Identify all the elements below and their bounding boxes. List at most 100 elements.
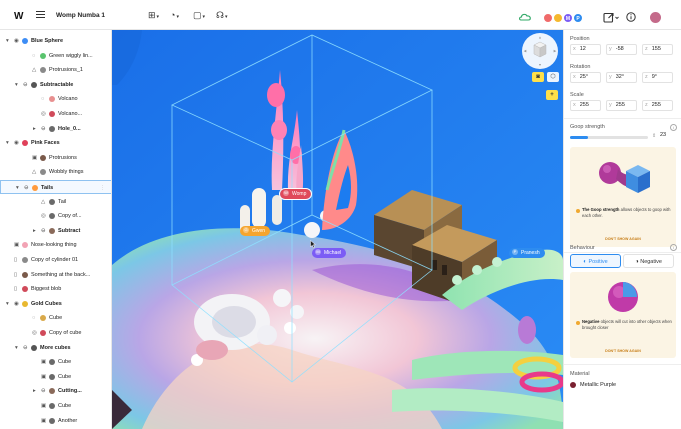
info-icon[interactable] bbox=[626, 12, 636, 22]
goop-strength-value[interactable]: 23 bbox=[660, 132, 666, 138]
app-logo[interactable]: W bbox=[14, 11, 24, 22]
ghost-icon[interactable]: ◌ bbox=[32, 311, 35, 325]
negative-behaviour-button[interactable]: ◑ Negative bbox=[623, 254, 674, 268]
perspective-icon[interactable]: ⬡ bbox=[547, 72, 559, 82]
ghost-icon[interactable]: ◌ bbox=[32, 49, 35, 63]
rotation-z-input[interactable]: z 9° bbox=[642, 72, 673, 83]
goop-dont-show-again-link[interactable]: DON'T SHOW AGAIN bbox=[570, 237, 676, 241]
cube-icon[interactable]: ▣ bbox=[32, 151, 37, 165]
scene-tree-item[interactable]: ▯ Copy of cylinder 01 bbox=[0, 253, 111, 267]
chevron-icon[interactable]: ▾ bbox=[15, 78, 18, 92]
behaviour-dont-show-again-link[interactable]: DON'T SHOW AGAIN bbox=[570, 349, 676, 353]
triangle-icon[interactable]: △ bbox=[32, 63, 36, 77]
cloud-icon[interactable] bbox=[518, 12, 532, 22]
scale-z-input[interactable]: z 255 bbox=[642, 100, 673, 111]
chevron-icon[interactable]: ▾ bbox=[6, 297, 9, 311]
scale-x-input[interactable]: x 255 bbox=[570, 100, 601, 111]
frame-tool-icon[interactable]: ▢▾ bbox=[193, 11, 205, 22]
scene-tree-item[interactable]: ▾ ⊖ Subtractable bbox=[0, 78, 111, 92]
chevron-icon[interactable]: ▾ bbox=[6, 136, 9, 150]
scene-tree-item[interactable]: ◎ Copy of cube bbox=[0, 326, 111, 340]
cylinder-icon[interactable]: ▯ bbox=[14, 282, 17, 296]
collaborator-avatar[interactable]: M bbox=[563, 13, 573, 23]
scene-tree-item[interactable]: ▣ Protrusions bbox=[0, 151, 111, 165]
chevron-icon[interactable]: ▸ bbox=[33, 384, 36, 398]
menu-icon[interactable] bbox=[36, 11, 45, 18]
position-z-input[interactable]: z 155 bbox=[642, 44, 673, 55]
subtract-icon[interactable]: ⊖ bbox=[41, 224, 46, 238]
triangle-icon[interactable]: △ bbox=[32, 165, 36, 179]
scene-tree-item[interactable]: ▣ Nose-looking thing bbox=[0, 238, 111, 252]
rotation-x-input[interactable]: x 25° bbox=[570, 72, 601, 83]
material-name[interactable]: Metallic Purple bbox=[580, 382, 616, 388]
navigation-cube[interactable]: ▲ ▶ ◀ ▼ bbox=[522, 33, 558, 69]
goop-strength-slider[interactable] bbox=[570, 136, 648, 139]
stepper-icon[interactable]: ⇕ bbox=[652, 133, 656, 139]
scene-tree-item[interactable]: ▾ ⊖ Tails ⋮ bbox=[0, 180, 111, 195]
scene-tree-item[interactable]: ▾ ◉ Pink Faces bbox=[0, 136, 111, 150]
zoom-in-icon[interactable]: + bbox=[546, 90, 558, 100]
ghost-icon[interactable]: ◌ bbox=[41, 92, 44, 106]
scene-tree-item[interactable]: ▸ ⊖ Subtract bbox=[0, 224, 111, 238]
scene-tree-item[interactable]: ▣ Cube bbox=[0, 355, 111, 369]
subtract-icon[interactable]: ⊖ bbox=[23, 341, 28, 355]
collaborator-avatar[interactable] bbox=[553, 13, 563, 23]
subtract-icon[interactable]: ⊖ bbox=[41, 384, 46, 398]
collaborator-tag-michael[interactable]: M Michael bbox=[312, 248, 347, 258]
scene-tree-item[interactable]: ◎ Copy of... bbox=[0, 209, 111, 223]
camera-view-icon[interactable]: ◙ bbox=[532, 72, 544, 82]
material-tool-icon[interactable]: ◔▾ bbox=[170, 11, 179, 22]
scene-tree-item[interactable]: ◌ Green wiggly lin... bbox=[0, 49, 111, 63]
cube-icon[interactable]: ▣ bbox=[41, 370, 46, 384]
subtract-icon[interactable]: ⊖ bbox=[23, 78, 28, 92]
scene-tree-item[interactable]: ▸ ⊖ Hole_0... bbox=[0, 122, 111, 136]
scene-tree-item[interactable]: △ Protrusions_1 bbox=[0, 63, 111, 77]
cube-icon[interactable]: ▣ bbox=[41, 414, 46, 428]
chevron-icon[interactable]: ▸ bbox=[33, 122, 36, 136]
collaborator-avatar[interactable] bbox=[543, 13, 553, 23]
scene-canvas[interactable] bbox=[112, 30, 563, 429]
positive-behaviour-button[interactable]: ◐ Positive bbox=[570, 254, 621, 268]
scene-tree-item[interactable]: ▾ ◉ Gold Cubes bbox=[0, 297, 111, 311]
scene-tree-item[interactable]: ▣ Cube bbox=[0, 399, 111, 413]
scene-tree-item[interactable]: △ Wobbly things bbox=[0, 165, 111, 179]
material-swatch[interactable] bbox=[570, 382, 576, 388]
scene-tree-item[interactable]: ▯ Something at the back... bbox=[0, 268, 111, 282]
rotation-y-input[interactable]: y 32° bbox=[606, 72, 637, 83]
info-icon[interactable]: i bbox=[670, 124, 677, 131]
subtract-icon[interactable]: ⊖ bbox=[24, 181, 29, 195]
cylinder-icon[interactable]: ▯ bbox=[14, 268, 17, 282]
ring-icon[interactable]: ◎ bbox=[41, 209, 46, 223]
lasso-tool-icon[interactable]: ☊▾ bbox=[216, 11, 228, 22]
scene-tree-item[interactable]: ▯ Biggest blob bbox=[0, 282, 111, 296]
user-avatar[interactable] bbox=[650, 12, 661, 23]
scene-tree-item[interactable]: ▾ ⊖ More cubes bbox=[0, 341, 111, 355]
cube-icon[interactable]: ▣ bbox=[14, 238, 19, 252]
scene-tree-item[interactable]: ▣ Cube bbox=[0, 370, 111, 384]
cube-icon[interactable]: ▣ bbox=[41, 399, 46, 413]
subtract-icon[interactable]: ⊖ bbox=[41, 122, 46, 136]
eye-icon[interactable]: ◉ bbox=[14, 136, 19, 150]
ring-icon[interactable]: ◎ bbox=[32, 326, 37, 340]
triangle-icon[interactable]: △ bbox=[41, 195, 45, 209]
grid-tool-icon[interactable]: ⊞▾ bbox=[148, 11, 159, 22]
ring-icon[interactable]: ◎ bbox=[41, 107, 46, 121]
chevron-icon[interactable]: ▾ bbox=[16, 181, 19, 195]
scale-y-input[interactable]: y 255 bbox=[606, 100, 637, 111]
info-icon[interactable]: i bbox=[670, 244, 677, 251]
eye-icon[interactable]: ◉ bbox=[14, 297, 19, 311]
cube-icon[interactable]: ▣ bbox=[41, 355, 46, 369]
chevron-icon[interactable]: ▸ bbox=[33, 224, 36, 238]
chevron-icon[interactable]: ▾ bbox=[6, 34, 9, 48]
eye-icon[interactable]: ◉ bbox=[14, 34, 19, 48]
more-options-icon[interactable]: ⋮ bbox=[100, 181, 105, 195]
collaborator-tag-pranesh[interactable]: P Pranesh bbox=[509, 248, 545, 258]
cylinder-icon[interactable]: ▯ bbox=[14, 253, 17, 267]
position-x-input[interactable]: x 12 bbox=[570, 44, 601, 55]
collaborator-tag-gwen[interactable]: G Gwen bbox=[240, 226, 271, 236]
scene-tree-item[interactable]: ▣ Another bbox=[0, 414, 111, 428]
scene-tree-item[interactable]: △ Tail bbox=[0, 195, 111, 209]
scene-tree-item[interactable]: ◎ Volcano... bbox=[0, 107, 111, 121]
export-icon[interactable] bbox=[603, 12, 619, 23]
position-y-input[interactable]: y -58 bbox=[606, 44, 637, 55]
